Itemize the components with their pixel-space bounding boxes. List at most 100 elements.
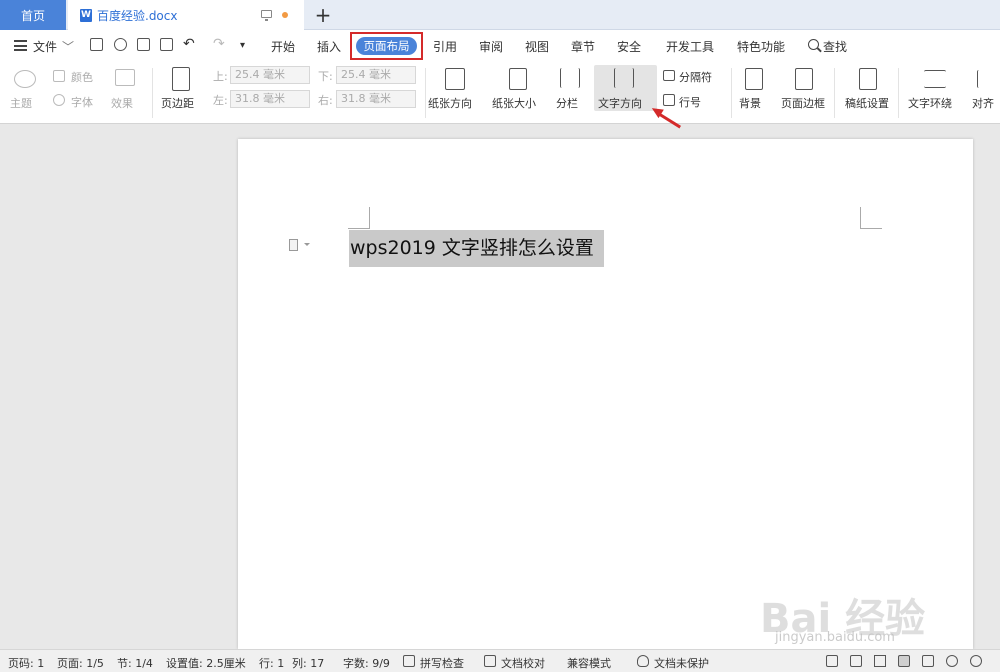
monitor-icon[interactable]: [261, 10, 272, 21]
menu-chapter[interactable]: 章节: [571, 38, 595, 55]
background-button[interactable]: 背景: [739, 95, 761, 111]
status-pages[interactable]: 页面: 1/5: [57, 655, 104, 671]
effects-icon: [115, 69, 135, 86]
menu-security[interactable]: 安全: [617, 38, 641, 55]
paper-size-icon: [509, 68, 527, 90]
status-setting-value[interactable]: 设置值: 2.5厘米: [166, 655, 246, 671]
unsaved-dot-icon: [282, 12, 288, 18]
menu-special-features[interactable]: 特色功能: [737, 38, 785, 55]
right-margin-field[interactable]: 31.8 毫米: [336, 90, 416, 108]
breaks-button[interactable]: 分隔符: [679, 69, 712, 85]
margins-button[interactable]: 页边距: [161, 95, 194, 111]
separator: [152, 68, 153, 118]
document-page[interactable]: wps2019 文字竖排怎么设置: [238, 139, 973, 649]
menu-developer-tools[interactable]: 开发工具: [666, 38, 714, 55]
menu-references[interactable]: 引用: [433, 38, 457, 55]
orientation-icon: [445, 68, 465, 90]
page-border-button[interactable]: 页面边框: [781, 95, 825, 111]
paragraph-handle-icon[interactable]: [289, 239, 298, 251]
menu-view[interactable]: 视图: [525, 38, 549, 55]
orientation-button[interactable]: 纸张方向: [428, 95, 472, 111]
document-tab-label: 百度经验.docx: [97, 8, 178, 23]
menu-page-layout[interactable]: 页面布局: [356, 37, 417, 55]
page-view-icon[interactable]: [898, 655, 910, 667]
theme-button[interactable]: 主题: [10, 95, 32, 111]
status-row[interactable]: 行: 1: [259, 655, 284, 671]
align-button[interactable]: 对齐: [972, 95, 994, 111]
undo-icon[interactable]: ↶: [183, 36, 195, 52]
print-preview-icon[interactable]: [160, 38, 173, 51]
new-tab-button[interactable]: +: [312, 2, 334, 28]
menu-review[interactable]: 审阅: [479, 38, 503, 55]
right-margin-label: 右:: [318, 94, 333, 107]
spell-check-icon: [403, 655, 415, 667]
web-view-icon[interactable]: [946, 655, 958, 667]
title-tab-bar: 首页 W 百度经验.docx +: [0, 0, 1000, 30]
grid-paper-button[interactable]: 稿纸设置: [845, 95, 889, 111]
compat-mode-label: 兼容模式: [567, 657, 611, 670]
menu-home[interactable]: 开始: [271, 38, 295, 55]
status-word-count[interactable]: 字数: 9/9: [343, 655, 390, 671]
text-wrap-button[interactable]: 文字环绕: [908, 95, 952, 111]
columns-button[interactable]: 分栏: [556, 95, 578, 111]
text-wrap-icon: [924, 70, 946, 88]
menu-file[interactable]: 文件: [33, 38, 57, 55]
menu-search[interactable]: 查找: [823, 38, 847, 55]
columns-icon: [560, 68, 580, 88]
palette-icon: [14, 70, 36, 88]
word-doc-icon: W: [80, 8, 92, 22]
grid-paper-icon: [859, 68, 877, 90]
colors-icon: [53, 70, 65, 82]
doc-protection-status[interactable]: 文档未保护: [654, 655, 709, 671]
search-icon[interactable]: [808, 39, 819, 50]
print-icon[interactable]: [137, 38, 150, 51]
bottom-margin-field[interactable]: 25.4 毫米: [336, 66, 416, 84]
fonts-icon: [53, 94, 65, 106]
status-section[interactable]: 节: 1/4: [117, 655, 153, 671]
spell-check-button[interactable]: 拼写检查: [420, 655, 464, 671]
eye-protection-icon[interactable]: [970, 655, 982, 667]
align-icon: [977, 70, 995, 88]
paper-size-button[interactable]: 纸张大小: [492, 95, 536, 111]
line-numbers-icon: [663, 94, 675, 106]
separator: [834, 68, 835, 118]
status-column[interactable]: 列: 17: [292, 655, 324, 671]
watermark-url: jingyan.baidu.com: [775, 630, 895, 645]
redo-icon[interactable]: ↷: [213, 36, 225, 52]
chevron-down-icon[interactable]: ﹀: [62, 38, 74, 55]
status-bar: 页码: 1 页面: 1/5 节: 1/4 设置值: 2.5厘米 行: 1 列: …: [0, 649, 1000, 672]
tab-document[interactable]: W 百度经验.docx: [68, 0, 304, 30]
paragraph-dropdown-icon[interactable]: [304, 243, 310, 246]
doc-proof-icon: [484, 655, 496, 667]
menu-insert[interactable]: 插入: [317, 38, 341, 55]
effects-button[interactable]: 效果: [111, 95, 133, 111]
format-painter-icon[interactable]: [114, 38, 127, 51]
doc-proof-button[interactable]: 文档校对: [501, 655, 545, 671]
selected-document-text[interactable]: wps2019 文字竖排怎么设置: [349, 230, 604, 267]
top-margin-field[interactable]: 25.4 毫米: [230, 66, 310, 84]
reading-mode-icon[interactable]: [850, 655, 862, 667]
edit-mode-icon[interactable]: [874, 655, 886, 667]
margin-corner-top-left: [348, 207, 370, 229]
ribbon-page-layout: 主题 颜色 字体 效果 页边距 上: 25.4 毫米 左: 31.8 毫米 下:…: [0, 62, 1000, 124]
outline-view-icon[interactable]: [922, 655, 934, 667]
status-page-number[interactable]: 页码: 1: [8, 655, 44, 671]
line-numbers-button[interactable]: 行号: [679, 94, 701, 110]
colors-button[interactable]: 颜色: [71, 69, 93, 85]
fullscreen-icon[interactable]: [826, 655, 838, 667]
bottom-margin-label: 下:: [318, 70, 333, 83]
left-margin-label: 左:: [213, 94, 228, 107]
hamburger-menu-icon[interactable]: [14, 40, 27, 51]
text-direction-icon: [614, 68, 634, 88]
left-margin-field[interactable]: 31.8 毫米: [230, 90, 310, 108]
quick-access-dropdown-icon[interactable]: ▾: [240, 40, 245, 51]
highlight-box: 页面布局: [350, 32, 423, 60]
page-border-icon: [795, 68, 813, 90]
menu-bar: 文件 ﹀ ↶ ↷ ▾ 开始 插入 页面布局 引用 审阅 视图 章节 安全 开发工…: [0, 30, 1000, 62]
separator: [898, 68, 899, 118]
separator: [731, 68, 732, 118]
save-icon[interactable]: [90, 38, 103, 51]
fonts-button[interactable]: 字体: [71, 94, 93, 110]
text-direction-button[interactable]: 文字方向: [598, 95, 642, 111]
tab-home[interactable]: 首页: [0, 0, 66, 30]
